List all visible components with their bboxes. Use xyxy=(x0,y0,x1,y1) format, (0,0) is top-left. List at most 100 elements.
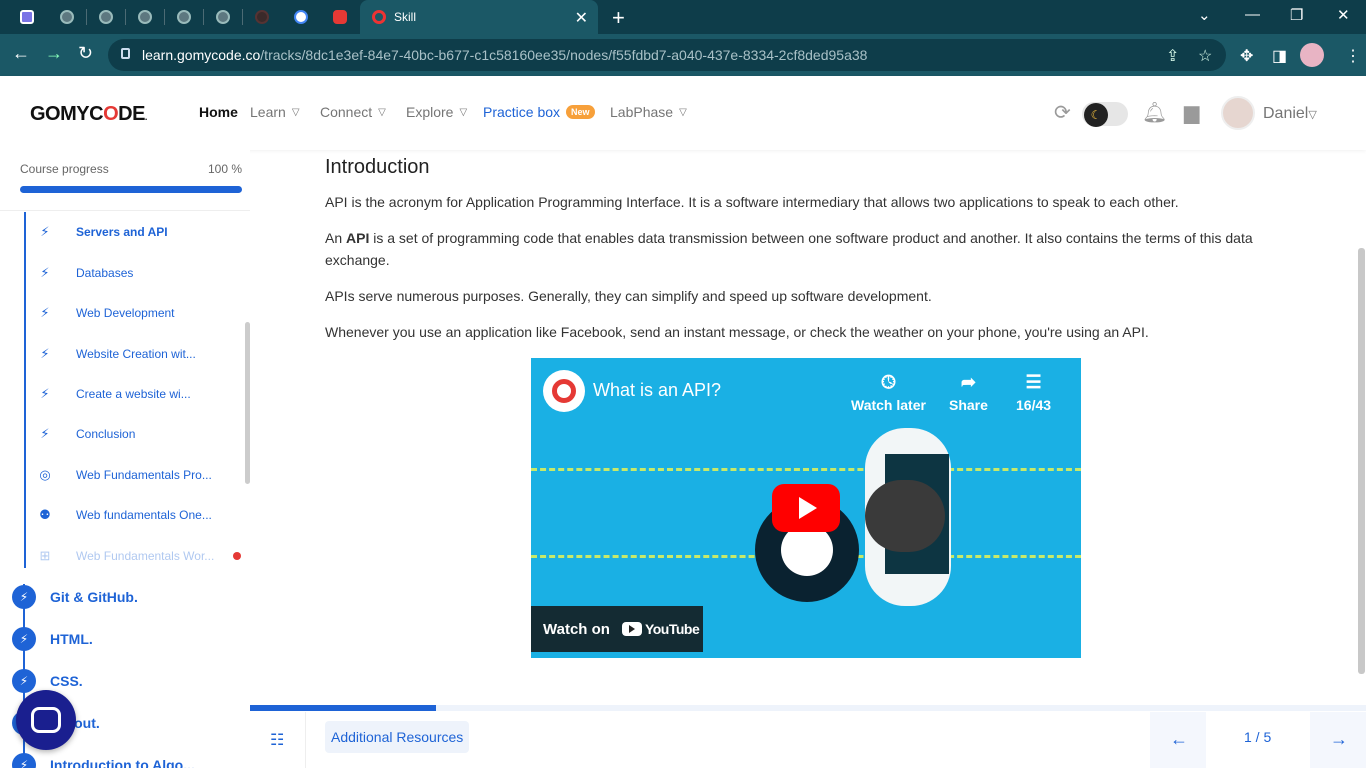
play-button[interactable] xyxy=(772,484,840,532)
target-icon: ◎ xyxy=(39,467,51,482)
new-badge: New xyxy=(566,105,595,119)
url-path: /tracks/8dc1e3ef-84e7-40bc-b677-c1c58160… xyxy=(260,47,868,63)
browser-tab-strip: Skill ✕ + ⌄ — ❐ ✕ xyxy=(0,0,1366,34)
bookmark-star-icon[interactable]: ☆ xyxy=(1198,46,1212,66)
bolt-icon: ⚡︎ xyxy=(40,386,50,401)
module-html[interactable]: ⚡︎ HTML. xyxy=(12,626,93,652)
lock-icon xyxy=(121,48,130,59)
people-icon: ⚉ xyxy=(39,507,51,522)
clock-icon: 🕓︎ xyxy=(881,372,896,392)
gomycode-favicon-icon xyxy=(372,10,386,24)
url-field[interactable]: learn.gomycode.co/tracks/8dc1e3ef-84e7-4… xyxy=(108,39,1226,71)
bolt-icon: ⚡︎ xyxy=(12,627,36,651)
channel-logo[interactable] xyxy=(543,370,585,412)
video-title[interactable]: What is an API? xyxy=(593,380,721,401)
paragraph: APIs serve numerous purposes. Generally,… xyxy=(325,288,932,304)
paragraph: Whenever you use an application like Fac… xyxy=(325,324,1149,340)
chat-icon[interactable]: ▆ xyxy=(1184,100,1199,125)
sidebar-item-web-development[interactable]: ⚡︎ Web Development xyxy=(36,301,174,325)
chevron-down-icon: ▽ xyxy=(679,106,687,118)
tab-favicon[interactable] xyxy=(95,7,117,27)
module-git-github[interactable]: ⚡︎ Git & GitHub. xyxy=(12,584,138,610)
bolt-icon: ⚡︎ xyxy=(40,305,50,320)
reload-icon[interactable]: ↻ xyxy=(78,43,93,64)
bell-icon[interactable]: 🔔︎ xyxy=(1142,100,1167,125)
support-chat-button[interactable] xyxy=(16,690,76,750)
playlist-button[interactable]: ☰ 16/43 xyxy=(1016,372,1051,413)
unread-dot xyxy=(233,552,241,560)
google-tab-favicon[interactable] xyxy=(290,7,312,27)
paragraph: API is the acronym for Application Progr… xyxy=(325,194,1179,210)
minimize-button[interactable]: — xyxy=(1245,6,1260,23)
bolt-icon: ⚡︎ xyxy=(40,426,50,441)
bolt-icon: ⚡︎ xyxy=(40,224,50,239)
tab-favicon[interactable] xyxy=(134,7,156,27)
nav-practice-box[interactable]: Practice box New xyxy=(483,104,595,120)
sidebar-item-create-website[interactable]: ⚡︎ Create a website wi... xyxy=(36,382,190,406)
nav-labphase[interactable]: LabPhase ▽ xyxy=(610,104,687,120)
playlist-icon: ☰ xyxy=(1025,372,1042,392)
bolt-icon: ⚡︎ xyxy=(40,265,50,280)
sidebar-item-web-fundamentals-one[interactable]: ⚉ Web fundamentals One... xyxy=(36,503,212,527)
share-button[interactable]: ➦ Share xyxy=(949,372,988,413)
browser-menu-icon[interactable]: ⋮ xyxy=(1345,46,1361,66)
side-panel-icon[interactable]: ◨ xyxy=(1272,46,1287,66)
user-avatar[interactable] xyxy=(1221,96,1255,130)
lesson-content: Introduction API is the acronym for Appl… xyxy=(250,150,1356,704)
video-embed[interactable]: What is an API? 🕓︎ Watch later ➦ Share ☰ 16… xyxy=(531,358,1081,658)
sidebar-item-databases[interactable]: ⚡︎ Databases xyxy=(36,261,133,285)
tab-favicon[interactable] xyxy=(173,7,195,27)
tab-favicon[interactable] xyxy=(212,7,234,27)
sidebar-item-servers-and-api[interactable]: ⚡︎ Servers and API xyxy=(36,220,167,244)
tab-search-icon[interactable]: ⌄ xyxy=(1198,6,1211,24)
sidebar-item-conclusion[interactable]: ⚡︎ Conclusion xyxy=(36,422,135,446)
sidebar-item-web-fundamentals-project[interactable]: ◎ Web Fundamentals Pro... xyxy=(36,463,212,487)
nav-connect[interactable]: Connect ▽ xyxy=(320,104,386,120)
share-arrow-icon: ➦ xyxy=(960,372,976,392)
forward-icon[interactable]: → xyxy=(45,43,63,64)
sidebar-item-website-creation[interactable]: ⚡︎ Website Creation wit... xyxy=(36,342,195,366)
close-tab-icon[interactable]: ✕ xyxy=(575,8,588,28)
active-tab[interactable]: Skill ✕ xyxy=(360,0,598,34)
share-icon[interactable]: ⇪ xyxy=(1166,46,1179,66)
nav-learn[interactable]: Learn ▽ xyxy=(250,104,300,120)
browser-profile-avatar[interactable] xyxy=(1300,43,1324,67)
bolt-icon: ⚡︎ xyxy=(40,346,50,361)
course-progress-label: Course progress xyxy=(20,162,109,176)
user-menu[interactable]: Daniel▽ xyxy=(1263,105,1317,123)
restore-button[interactable]: ❐ xyxy=(1290,6,1303,24)
close-window-button[interactable]: ✕ xyxy=(1337,6,1350,24)
dark-mode-toggle[interactable]: ☾ xyxy=(1082,102,1128,127)
arrow-left-icon[interactable]: ← xyxy=(1170,729,1188,750)
chevron-down-icon: ▽ xyxy=(1308,109,1317,121)
back-icon[interactable]: ← xyxy=(12,43,30,64)
refresh-icon[interactable]: ⟳ xyxy=(1054,100,1071,125)
module-intro-algo[interactable]: ⚡︎ Introduction to Algo... xyxy=(12,752,195,768)
nav-home[interactable]: Home xyxy=(199,104,238,120)
arrow-right-icon[interactable]: → xyxy=(1330,729,1348,750)
moon-icon: ☾ xyxy=(1084,103,1108,127)
new-tab-button[interactable]: + xyxy=(612,5,625,31)
bolt-icon: ⚡︎ xyxy=(12,753,36,768)
sidebar-item-web-fundamentals-workshop[interactable]: ⊞ Web Fundamentals Wor... xyxy=(36,544,215,568)
address-bar-row: ← → ↻ learn.gomycode.co/tracks/8dc1e3ef-… xyxy=(0,34,1366,76)
additional-resources-button[interactable]: Additional Resources xyxy=(325,721,470,753)
gomycode-logo[interactable]: GOMYCODE. xyxy=(30,103,147,126)
watch-on-youtube-button[interactable]: Watch on YouTube xyxy=(531,606,703,652)
tab-favicon[interactable] xyxy=(16,7,38,27)
tab-favicon[interactable] xyxy=(329,7,351,27)
workshop-icon: ⊞ xyxy=(39,548,51,563)
youtube-logo: YouTube xyxy=(621,621,700,637)
watch-later-button[interactable]: 🕓︎ Watch later xyxy=(851,372,926,413)
bolt-icon: ⚡︎ xyxy=(12,585,36,609)
extensions-puzzle-icon[interactable]: ✥ xyxy=(1240,46,1253,66)
chevron-down-icon: ▽ xyxy=(378,106,386,118)
tab-favicon[interactable] xyxy=(56,7,78,27)
play-icon xyxy=(799,497,817,519)
lesson-list-icon[interactable]: ☷ xyxy=(270,730,288,749)
submodule-timeline xyxy=(24,212,26,568)
tab-favicon[interactable] xyxy=(251,7,273,27)
active-tab-title: Skill xyxy=(394,10,417,24)
page-scrollbar[interactable] xyxy=(1358,248,1365,674)
nav-explore[interactable]: Explore ▽ xyxy=(406,104,467,120)
